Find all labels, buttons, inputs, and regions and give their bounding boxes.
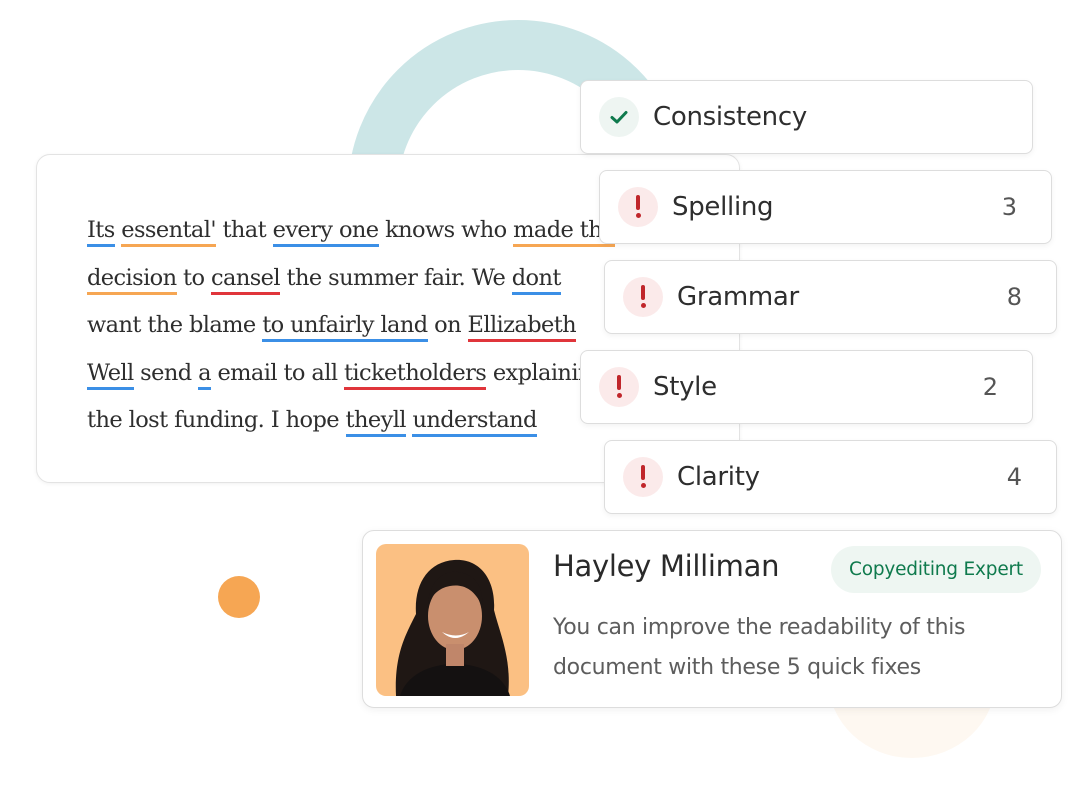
text-segment: knows who (378, 217, 514, 243)
text-segment: want the blame (87, 312, 263, 338)
text-segment: to (176, 264, 211, 291)
exclamation-icon (599, 367, 639, 407)
flagged-word-red[interactable]: Ellizabeth (467, 312, 577, 342)
issue-label: Consistency (653, 102, 807, 132)
flagged-word-blue[interactable]: Its (87, 217, 115, 247)
issue-card-consistency[interactable]: Consistency (580, 80, 1033, 154)
flagged-word-orange[interactable]: decision (87, 264, 177, 295)
flagged-word-blue[interactable]: to unfairly land (262, 312, 428, 342)
text-segment: the summer fair. We (279, 264, 512, 291)
issue-count: 4 (1006, 463, 1022, 491)
issue-label: Clarity (677, 462, 760, 492)
flagged-word-blue[interactable]: understand (412, 407, 537, 437)
person-photo-icon (395, 559, 510, 696)
text-segment: the lost funding. I hope (87, 407, 346, 433)
issue-label: Grammar (677, 282, 799, 312)
text-segment: email to all (210, 359, 344, 386)
expert-card: Hayley Milliman Copyediting Expert You c… (362, 530, 1062, 708)
flagged-word-blue[interactable]: Well (87, 359, 134, 390)
exclamation-icon (623, 277, 663, 317)
issue-count: 8 (1006, 283, 1022, 311)
issue-card-spelling[interactable]: Spelling 3 (599, 170, 1052, 244)
flagged-word-orange[interactable]: essental' (121, 217, 217, 247)
flagged-word-red[interactable]: ticketholders (343, 359, 487, 390)
issue-label: Spelling (672, 192, 774, 222)
flagged-word-blue[interactable]: a (198, 359, 211, 390)
text-segment: that (215, 217, 273, 243)
issue-card-style[interactable]: Style 2 (580, 350, 1033, 424)
flagged-word-blue[interactable]: theyll (345, 407, 407, 437)
exclamation-icon (623, 457, 663, 497)
expert-badge: Copyediting Expert (831, 546, 1041, 593)
expert-message: You can improve the readability of this … (553, 615, 966, 680)
expert-name: Hayley Milliman (553, 549, 780, 583)
decorative-dot-orange (218, 576, 260, 618)
text-segment: on (427, 312, 468, 338)
text-segment: send (133, 359, 199, 386)
issue-card-grammar[interactable]: Grammar 8 (604, 260, 1057, 334)
avatar (376, 544, 529, 696)
exclamation-icon (618, 187, 658, 227)
flagged-word-blue[interactable]: dont (511, 264, 561, 295)
check-icon (599, 97, 639, 137)
issue-card-clarity[interactable]: Clarity 4 (604, 440, 1057, 514)
flagged-word-red[interactable]: cansel (211, 264, 281, 295)
issue-count: 2 (982, 373, 998, 401)
flagged-word-blue[interactable]: every one (272, 217, 379, 247)
issue-count: 3 (1001, 193, 1017, 221)
issue-label: Style (653, 372, 717, 402)
